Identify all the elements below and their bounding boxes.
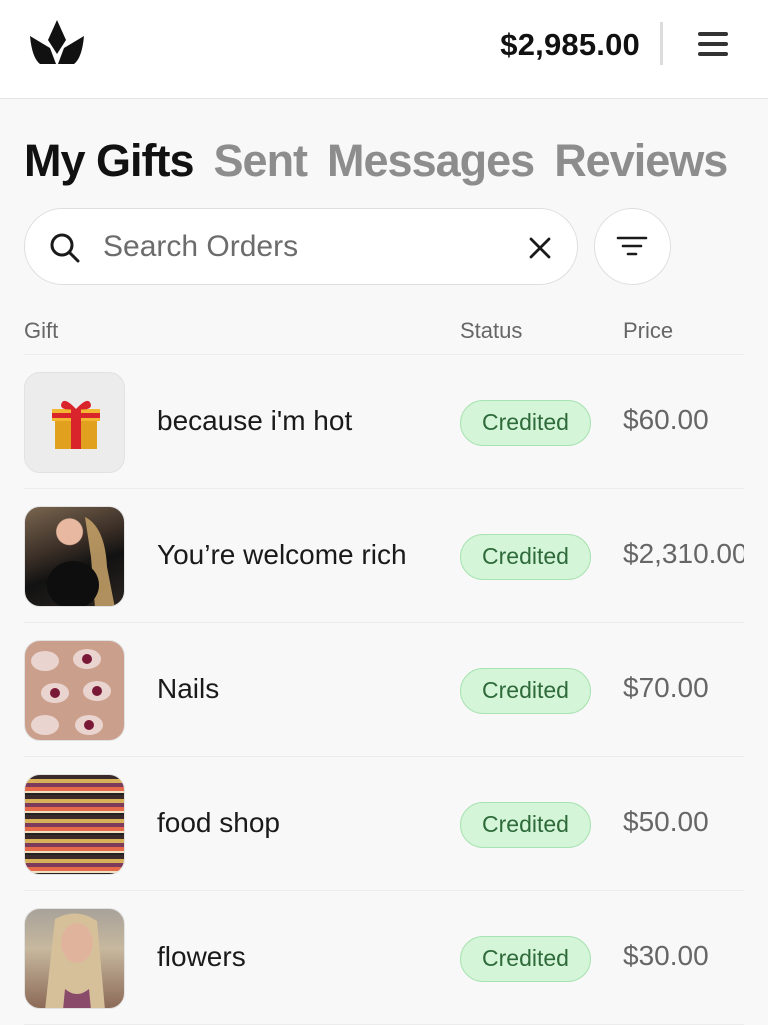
- gift-name: flowers: [157, 941, 246, 972]
- photo-person: [24, 506, 125, 607]
- tab-my-gifts[interactable]: My Gifts: [24, 135, 195, 187]
- gift-price: $2,310.00: [623, 538, 744, 569]
- search-input[interactable]: [103, 227, 503, 267]
- crown-logo-icon[interactable]: [26, 18, 88, 68]
- tab-reviews[interactable]: Reviews: [554, 135, 728, 187]
- search-bar: [24, 208, 578, 285]
- status-badge: Credited: [460, 668, 591, 714]
- hamburger-menu-icon[interactable]: [694, 26, 734, 60]
- table-row[interactable]: Nails Credited $70.00: [24, 623, 744, 757]
- column-header-status: Status: [460, 318, 523, 343]
- status-badge: Credited: [460, 534, 591, 580]
- column-header-price: Price: [623, 318, 674, 343]
- column-header-gift: Gift: [24, 318, 59, 343]
- table-row[interactable]: flowers Credited $30.00: [24, 891, 744, 1025]
- top-bar: $2,985.00: [0, 0, 768, 99]
- status-badge: Credited: [460, 400, 591, 446]
- photo-person-blonde: [24, 908, 125, 1009]
- table-row[interactable]: food shop Credited $50.00: [24, 757, 744, 891]
- status-badge: Credited: [460, 802, 591, 848]
- status-badge: Credited: [460, 936, 591, 982]
- gift-name: Nails: [157, 673, 220, 704]
- gift-price: $70.00: [623, 672, 709, 703]
- gift-name: food shop: [157, 807, 280, 838]
- close-icon[interactable]: [525, 233, 555, 263]
- filter-button[interactable]: [594, 208, 671, 285]
- tab-messages[interactable]: Messages: [327, 135, 535, 187]
- gift-price: $50.00: [623, 806, 709, 837]
- header-divider: [660, 22, 663, 65]
- photo-shelves: [24, 774, 125, 875]
- gift-box-icon: [24, 372, 125, 473]
- balance-amount: $2,985.00: [500, 27, 640, 62]
- table-row[interactable]: You’re welcome rich Credited $2,310.00: [24, 489, 744, 623]
- search-icon: [50, 233, 80, 263]
- tab-bar: My Gifts Sent Messages Reviews: [24, 135, 768, 195]
- photo-nails: [24, 640, 125, 741]
- tab-sent[interactable]: Sent: [214, 135, 309, 187]
- gift-name: You’re welcome rich: [157, 539, 407, 570]
- gift-name: because i'm hot: [157, 405, 353, 436]
- table-row[interactable]: because i'm hot Credited $60.00: [24, 355, 744, 489]
- filter-icon: [616, 236, 648, 256]
- gift-price: $30.00: [623, 940, 709, 971]
- gift-price: $60.00: [623, 404, 709, 435]
